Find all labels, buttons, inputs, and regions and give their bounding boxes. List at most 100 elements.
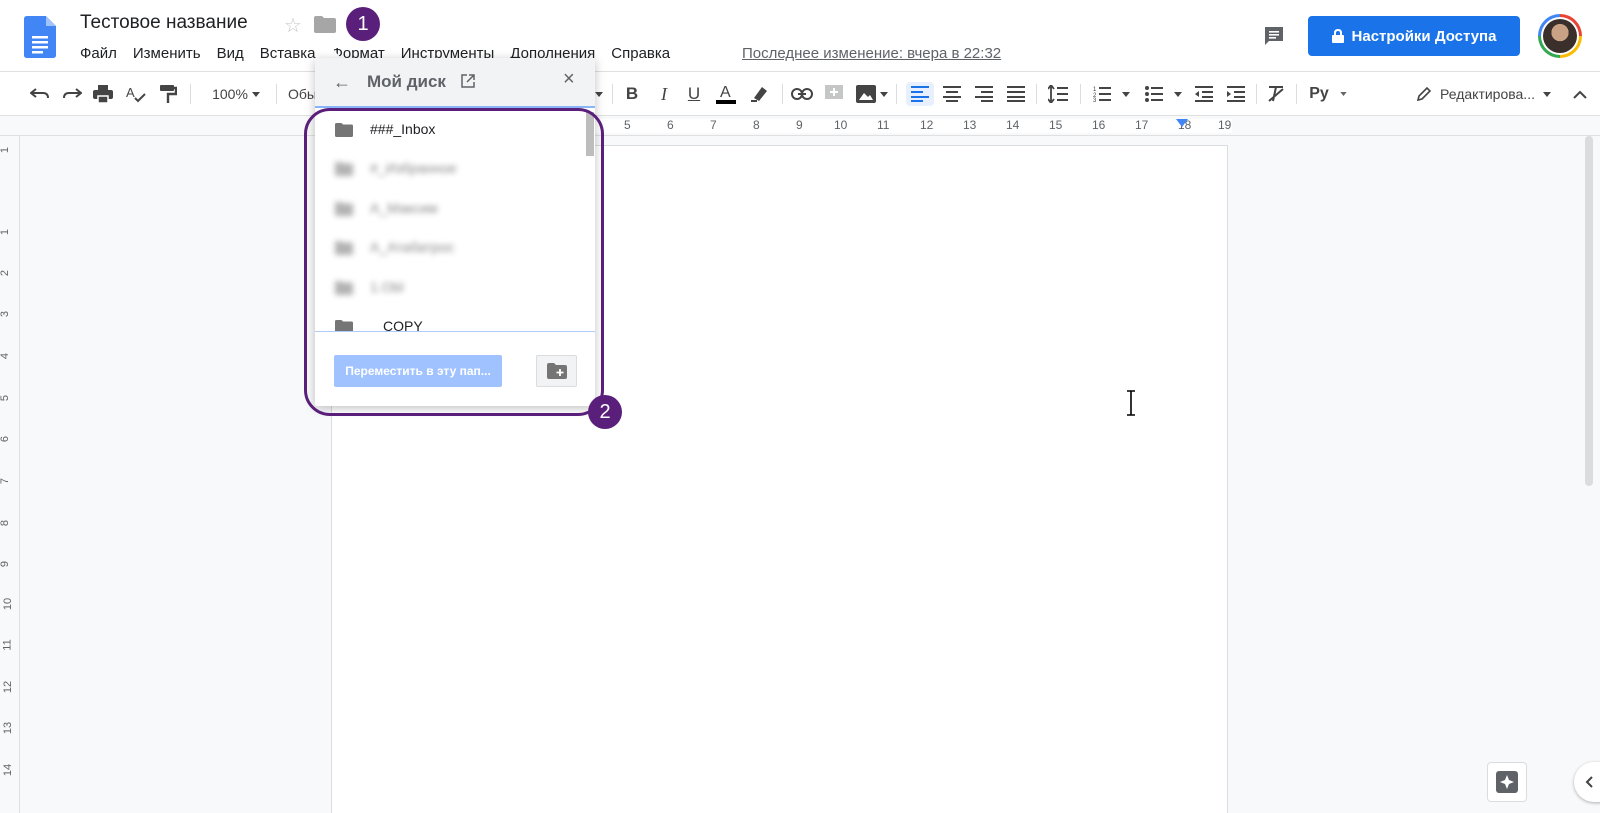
ruler-tick: 4 [0, 352, 12, 360]
insert-image-icon[interactable] [854, 82, 878, 106]
document-title[interactable]: Тестовое название [80, 12, 248, 34]
bulleted-list-dropdown-icon[interactable] [1172, 82, 1184, 106]
ruler-tick: 13 [2, 721, 15, 735]
paragraph-style-value: Обычный текст [288, 86, 316, 102]
increase-indent-icon[interactable] [1224, 82, 1248, 106]
paint-format-icon[interactable] [156, 82, 180, 106]
print-icon[interactable] [91, 82, 115, 106]
ruler-tick: 11 [1, 639, 14, 651]
share-button[interactable]: Настройки Доступа [1308, 16, 1520, 56]
back-arrow-icon[interactable]: ← [333, 72, 351, 93]
explore-button[interactable] [1487, 762, 1527, 802]
menu-help[interactable]: Справка [611, 45, 670, 62]
font-size-dropdown-icon[interactable] [594, 82, 604, 106]
line-spacing-icon[interactable] [1046, 82, 1070, 106]
numbered-list-dropdown-icon[interactable] [1120, 82, 1132, 106]
highlight-outline [304, 108, 604, 416]
chevron-left-icon [1585, 776, 1593, 788]
ruler-tick: 3 [0, 310, 12, 318]
right-indent-marker-icon[interactable] [1176, 119, 1188, 129]
align-justify-icon[interactable] [1004, 82, 1028, 106]
ruler-tick: 17 [1135, 118, 1149, 132]
highlight-icon[interactable] [748, 82, 772, 106]
input-tools-label: Ру [1309, 85, 1329, 102]
numbered-list-icon[interactable]: 123 [1090, 82, 1114, 106]
bold-icon[interactable]: B [620, 82, 644, 106]
zoom-dropdown-icon[interactable] [250, 82, 262, 106]
ruler-tick: 8 [753, 118, 760, 132]
svg-text:A: A [720, 84, 731, 101]
ruler-tick: 14 [1006, 118, 1020, 132]
side-panel-toggle[interactable] [1574, 762, 1600, 802]
ruler-tick: 7 [710, 118, 717, 132]
vertical-ruler[interactable]: 1 1 2 3 4 5 6 7 8 9 10 11 12 13 14 [0, 136, 20, 813]
align-center-icon[interactable] [940, 82, 964, 106]
ruler-tick: 6 [0, 435, 12, 443]
text-color-icon[interactable]: A [714, 82, 738, 106]
menu-insert[interactable]: Вставка [260, 45, 316, 62]
editing-mode-select[interactable]: Редактирова... [1416, 82, 1566, 106]
ruler-tick: 5 [624, 118, 631, 132]
undo-icon[interactable] [28, 82, 52, 106]
docs-logo-icon[interactable] [24, 16, 56, 58]
align-left-icon[interactable] [906, 82, 934, 106]
toolbar: A 100% Обычный текст B I U A [0, 72, 1600, 116]
underline-icon[interactable]: U [682, 82, 706, 106]
dialog-title: Мой диск [367, 72, 446, 91]
bulleted-list-icon[interactable] [1142, 82, 1166, 106]
paragraph-style-select[interactable]: Обычный текст [288, 82, 316, 106]
dialog-header: ← Мой диск × [315, 58, 595, 108]
avatar[interactable] [1538, 14, 1582, 58]
input-tools-dropdown-icon[interactable] [1338, 82, 1348, 106]
ruler-tick: 2 [0, 269, 12, 277]
add-comment-icon[interactable] [822, 82, 846, 106]
pencil-icon [1416, 86, 1432, 102]
insert-link-icon[interactable] [790, 82, 814, 106]
image-dropdown-icon[interactable] [878, 82, 890, 106]
clear-formatting-icon[interactable] [1264, 82, 1288, 106]
editing-mode-dropdown-icon [1542, 91, 1551, 97]
ruler-tick: 15 [1049, 118, 1063, 132]
ruler-tick: 11 [877, 118, 890, 132]
redo-icon[interactable] [60, 82, 84, 106]
svg-text:A: A [126, 85, 135, 100]
menu-edit[interactable]: Изменить [133, 45, 201, 62]
ruler-tick: 19 [1218, 118, 1232, 132]
decrease-indent-icon[interactable] [1192, 82, 1216, 106]
ruler-tick: 8 [0, 519, 12, 527]
ruler-tick: 12 [920, 118, 934, 132]
explore-icon [1496, 771, 1518, 793]
ruler-tick: 16 [1092, 118, 1106, 132]
editing-mode-label: Редактирова... [1440, 86, 1535, 102]
lock-icon [1331, 29, 1344, 43]
ruler-tick: 6 [667, 118, 674, 132]
step-marker-2: 2 [588, 395, 622, 429]
comment-history-icon[interactable] [1262, 24, 1286, 48]
menu-file[interactable]: Файл [80, 45, 117, 62]
input-tools-button[interactable]: Ру [1306, 82, 1332, 106]
ruler-tick: 14 [2, 763, 15, 777]
svg-text:3: 3 [1093, 98, 1097, 102]
collapse-menus-icon[interactable] [1568, 82, 1592, 106]
ruler-tick: 10 [834, 118, 848, 132]
folder-icon[interactable] [314, 16, 336, 33]
ruler-tick: 10 [2, 597, 15, 611]
document-scrollbar[interactable] [1585, 136, 1593, 486]
last-edit-link[interactable]: Последнее изменение: вчера в 22:32 [742, 45, 1001, 62]
horizontal-ruler[interactable]: 5 6 7 8 9 10 11 12 13 14 15 16 17 18 19 [0, 116, 1600, 136]
ruler-tick: 1 [0, 146, 12, 154]
step-marker-1: 1 [346, 7, 380, 41]
italic-icon[interactable]: I [652, 82, 676, 106]
align-right-icon[interactable] [972, 82, 996, 106]
ruler-tick: 9 [0, 560, 12, 568]
close-icon[interactable]: × [563, 68, 575, 91]
menu-view[interactable]: Вид [217, 45, 244, 62]
open-in-new-icon[interactable] [461, 74, 475, 88]
ruler-tick: 12 [2, 680, 15, 694]
text-cursor-icon [1127, 390, 1135, 416]
header: Тестовое название ☆ Файл Изменить Вид Вс… [0, 0, 1600, 72]
star-icon[interactable]: ☆ [284, 13, 302, 38]
docs-app: Тестовое название ☆ Файл Изменить Вид Вс… [0, 0, 1600, 813]
spellcheck-icon[interactable]: A [124, 82, 148, 106]
ruler-tick: 9 [796, 118, 803, 132]
